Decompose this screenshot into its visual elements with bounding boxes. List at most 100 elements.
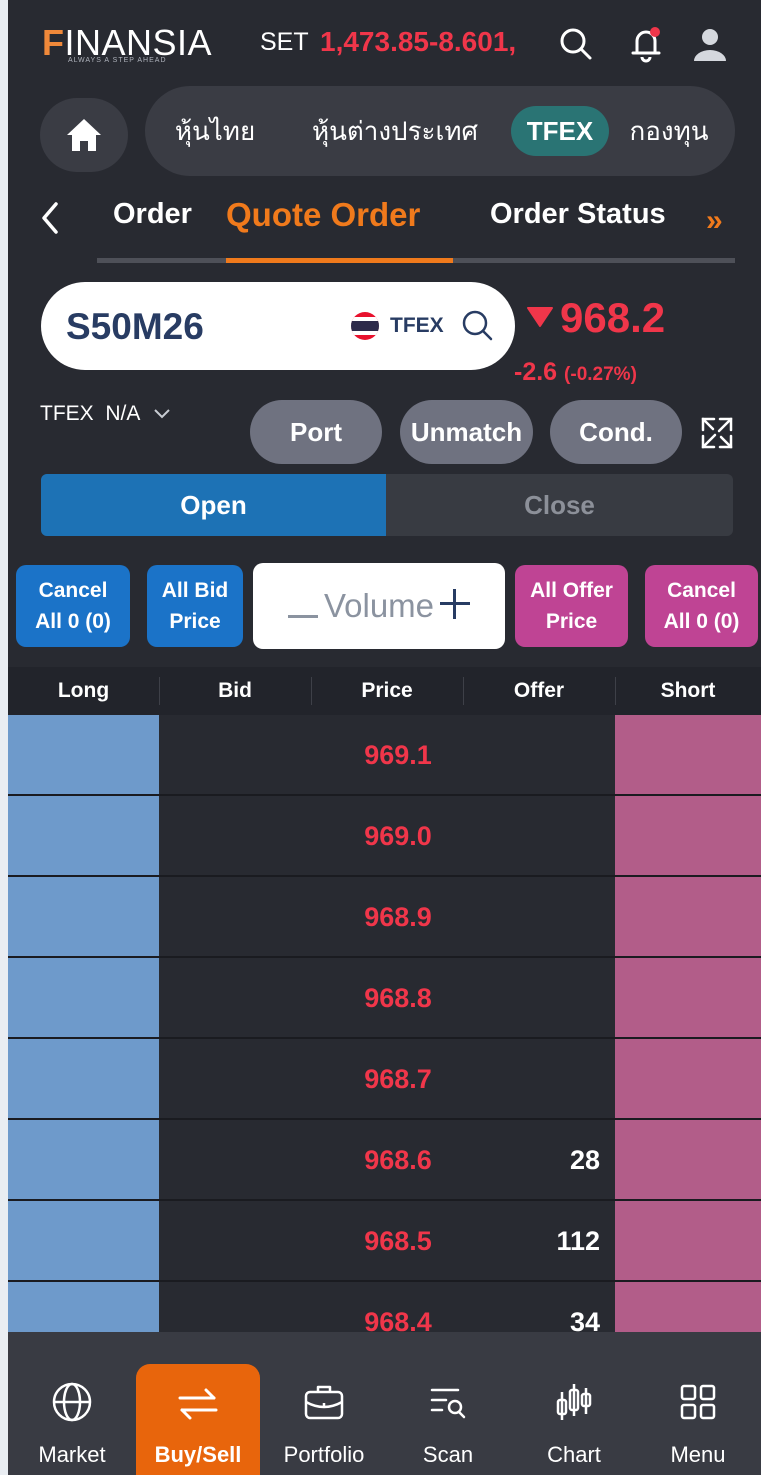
tab-order[interactable]: Order xyxy=(113,198,192,231)
ladder-row: 968.4 34 xyxy=(8,1282,761,1332)
price-cell: 968.9 xyxy=(364,902,432,932)
tab-order-status[interactable]: Order Status xyxy=(490,198,666,231)
ladder-row: 969.0 xyxy=(8,796,761,877)
account-value: N/A xyxy=(105,402,140,425)
scan-list-icon xyxy=(386,1382,510,1422)
nav-scan[interactable]: Scan xyxy=(386,1332,510,1475)
price-cell: 968.8 xyxy=(364,983,432,1013)
volume-stepper[interactable]: Volume xyxy=(253,563,505,649)
last-price: 968.2 xyxy=(560,294,666,341)
all-offer-price-button[interactable]: All Offer Price xyxy=(515,565,628,647)
close-position-button[interactable]: Close xyxy=(386,474,733,536)
home-button[interactable] xyxy=(40,98,128,172)
long-cell[interactable] xyxy=(8,1120,159,1199)
long-cell[interactable] xyxy=(8,715,159,794)
globe-icon xyxy=(10,1382,134,1422)
offer-cell xyxy=(470,796,600,876)
tab-quote-order[interactable]: Quote Order xyxy=(226,196,420,234)
offer-cell xyxy=(470,877,600,957)
symbol-search-icon[interactable] xyxy=(460,308,496,344)
col-bid: Bid xyxy=(218,679,252,702)
col-offer: Offer xyxy=(513,679,565,702)
price-change-pct: (-0.27%) xyxy=(564,364,637,385)
index-label: SET xyxy=(260,28,309,56)
down-triangle-icon xyxy=(526,306,554,333)
nav-menu[interactable]: Menu xyxy=(636,1332,760,1475)
open-position-button[interactable]: Open xyxy=(41,474,386,536)
col-long: Long xyxy=(57,679,110,702)
cancel-all-long-button[interactable]: Cancel All 0 (0) xyxy=(16,565,130,647)
price-change-value: -2.6 xyxy=(514,358,558,386)
short-cell[interactable] xyxy=(615,1039,761,1118)
price-cell: 968.6 xyxy=(364,1145,432,1175)
offer-cell[interactable]: 112 xyxy=(470,1201,600,1281)
chevron-down-icon xyxy=(154,409,170,419)
short-cell[interactable] xyxy=(615,877,761,956)
cancel-all-short-button[interactable]: Cancel All 0 (0) xyxy=(645,565,758,647)
grid-menu-icon xyxy=(636,1382,760,1422)
conditional-button[interactable]: Cond. xyxy=(550,400,682,464)
nav-buy-sell[interactable]: Buy/Sell xyxy=(136,1364,260,1475)
minus-icon[interactable] xyxy=(287,584,318,629)
price-cell: 968.7 xyxy=(364,1064,432,1094)
tab-thai-stocks[interactable]: หุ้นไทย xyxy=(165,106,265,156)
volume-input[interactable]: Volume xyxy=(324,587,434,625)
col-short: Short xyxy=(660,679,716,702)
price-cell: 969.0 xyxy=(364,821,432,851)
short-cell[interactable] xyxy=(615,715,761,794)
candlestick-icon xyxy=(512,1382,636,1422)
price-cell: 968.5 xyxy=(364,1226,432,1256)
short-cell[interactable] xyxy=(615,1201,761,1280)
port-button[interactable]: Port xyxy=(250,400,382,464)
ladder-header: Long Bid Price Offer Short xyxy=(8,667,761,715)
nav-market[interactable]: Market xyxy=(10,1332,134,1475)
nav-chart[interactable]: Chart xyxy=(512,1332,636,1475)
user-profile-icon[interactable] xyxy=(690,24,730,64)
tab-funds[interactable]: กองทุน xyxy=(623,106,715,156)
account-selector[interactable]: TFEX N/A xyxy=(40,402,171,426)
offer-cell[interactable]: 28 xyxy=(470,1120,600,1200)
symbol-code[interactable]: S50M26 xyxy=(66,306,204,348)
plus-icon[interactable] xyxy=(440,584,471,629)
short-cell[interactable] xyxy=(615,1282,761,1332)
long-cell[interactable] xyxy=(8,1201,159,1280)
long-cell[interactable] xyxy=(8,1039,159,1118)
price-cell: 968.4 xyxy=(364,1307,432,1332)
swap-arrows-icon xyxy=(136,1384,260,1424)
ladder-row: 968.6 28 xyxy=(8,1120,761,1201)
tab-tfex[interactable]: TFEX xyxy=(511,106,609,156)
back-button[interactable] xyxy=(38,200,68,240)
expand-icon[interactable] xyxy=(700,416,734,450)
price-change: -2.6 (-0.27%) xyxy=(514,358,637,387)
short-cell[interactable] xyxy=(615,1120,761,1199)
notification-bell-icon[interactable] xyxy=(626,24,666,64)
price-ladder: 969.1 969.0 968.9 968.8 968.7 968.6 28 9… xyxy=(8,715,761,1332)
briefcase-icon xyxy=(262,1382,386,1422)
long-cell[interactable] xyxy=(8,958,159,1037)
short-cell[interactable] xyxy=(615,796,761,875)
index-ticker[interactable]: 1,473.85-8.601, xyxy=(320,26,516,58)
ladder-row: 969.1 xyxy=(8,715,761,796)
nav-portfolio[interactable]: Portfolio xyxy=(262,1332,386,1475)
market-badge: TFEX xyxy=(390,314,444,337)
category-tabs: หุ้นไทย หุ้นต่างประเทศ TFEX กองทุน xyxy=(145,86,735,176)
short-cell[interactable] xyxy=(615,958,761,1037)
logo-tagline: ALWAYS A STEP AHEAD xyxy=(68,57,167,64)
index-change: -8.60 xyxy=(429,26,493,57)
search-icon[interactable] xyxy=(556,24,596,64)
index-extra: 1, xyxy=(492,26,517,57)
more-tabs-icon[interactable]: » xyxy=(706,204,746,240)
subtab-active-indicator xyxy=(226,258,453,263)
index-value: 1,473.85 xyxy=(320,26,429,57)
long-cell[interactable] xyxy=(8,877,159,956)
unmatch-button[interactable]: Unmatch xyxy=(400,400,533,464)
thai-flag-icon xyxy=(351,312,379,340)
long-cell[interactable] xyxy=(8,1282,159,1332)
offer-cell[interactable]: 34 xyxy=(470,1282,600,1332)
app-screen: FINANSIA ALWAYS A STEP AHEAD SET 1,473.8… xyxy=(8,0,761,1475)
tab-foreign-stocks[interactable]: หุ้นต่างประเทศ xyxy=(295,106,495,156)
bottom-navigation: Market Buy/Sell Portfolio Scan Chart Men… xyxy=(8,1332,761,1475)
long-cell[interactable] xyxy=(8,796,159,875)
open-close-toggle: Open Close xyxy=(41,474,733,536)
all-bid-price-button[interactable]: All Bid Price xyxy=(147,565,243,647)
